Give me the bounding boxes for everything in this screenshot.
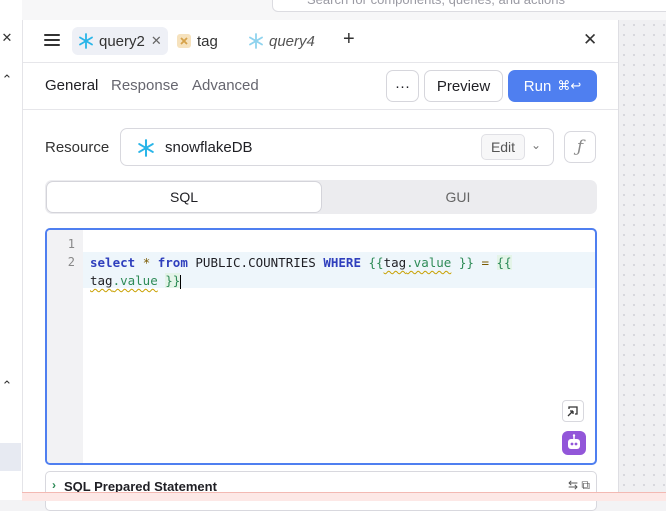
text-cursor — [180, 274, 182, 289]
sql-keyword: select — [90, 255, 136, 270]
edit-resource-button[interactable]: Edit — [481, 134, 525, 160]
template-close: }} — [165, 273, 181, 288]
mode-toggle: SQL GUI — [45, 180, 597, 214]
code-line-2: select * from PUBLIC.COUNTRIES WHERE {{t… — [90, 255, 512, 270]
run-label: Run — [523, 77, 552, 95]
query-tab-bar: query2 ✕ tag query4 + ✕ — [23, 20, 618, 63]
robot-icon — [568, 434, 580, 449]
resource-name: snowflakeDB — [165, 139, 253, 156]
query-panel: query2 ✕ tag query4 + ✕ General Response… — [23, 20, 618, 511]
preview-button[interactable]: Preview — [424, 70, 503, 102]
sql-keyword: WHERE — [323, 255, 361, 270]
mode-gui[interactable]: GUI — [321, 182, 595, 212]
mode-sql[interactable]: SQL — [47, 182, 321, 212]
tab-label: query2 — [99, 32, 145, 50]
close-panel-icon[interactable]: ✕ — [583, 30, 597, 50]
line-number: 2 — [67, 255, 75, 269]
sql-operator: * — [142, 255, 151, 270]
tab-general[interactable]: General — [45, 77, 98, 94]
ellipsis-icon: ··· — [395, 77, 410, 95]
template-variable: tag.value — [90, 273, 158, 288]
chevron-down-icon[interactable]: ⌄ — [531, 138, 541, 152]
add-tab-icon[interactable]: + — [343, 28, 355, 51]
ai-assistant-button[interactable] — [562, 431, 586, 455]
tab-tag[interactable]: tag — [170, 27, 224, 55]
close-icon[interactable]: ✕ — [0, 30, 14, 46]
expand-icon — [567, 406, 578, 417]
template-close: }} — [458, 255, 474, 270]
expand-editor-button[interactable] — [562, 400, 584, 422]
tab-query4[interactable]: query4 — [242, 27, 321, 55]
chevron-right-icon[interactable]: › — [52, 478, 56, 492]
template-open: {{ — [496, 255, 512, 270]
tab-query2[interactable]: query2 ✕ — [72, 27, 168, 55]
resource-label: Resource — [45, 139, 110, 156]
line-gutter: 1 2 — [47, 230, 83, 463]
tab-response[interactable]: Response — [111, 77, 179, 94]
sql-editor[interactable]: 1 2 select * from PUBLIC.COUNTRIES WHERE… — [45, 228, 597, 465]
global-search-input[interactable]: Search for components, queries, and acti… — [272, 0, 666, 12]
canvas-edge — [618, 20, 666, 500]
query-subnav: General Response Advanced ··· Preview Ru… — [23, 63, 618, 110]
sort-icon-2[interactable]: ⌃ — [0, 378, 14, 394]
tab-advanced[interactable]: Advanced — [192, 77, 259, 94]
close-tab-icon[interactable]: ✕ — [151, 33, 162, 49]
left-sidebar-edge: ✕ ⌃ ⌃ — [0, 0, 23, 500]
selected-sidebar-row[interactable] — [0, 443, 21, 471]
tag-component-icon — [177, 34, 191, 48]
snowflake-icon — [249, 33, 263, 49]
sql-keyword: from — [157, 255, 188, 270]
snowflake-icon — [79, 33, 93, 49]
run-button[interactable]: Run ⌘↩ — [508, 70, 597, 102]
sql-table: PUBLIC.COUNTRIES — [195, 255, 316, 270]
sort-icon[interactable]: ⌃ — [0, 72, 14, 88]
more-options-button[interactable]: ··· — [386, 70, 419, 102]
sql-operator: = — [481, 255, 489, 270]
snowflake-icon — [138, 139, 154, 157]
prepared-statement-section[interactable]: › SQL Prepared Statement ⇆ ⧉ — [45, 471, 597, 511]
resource-select[interactable]: snowflakeDB Edit ⌄ — [120, 128, 554, 166]
menu-icon[interactable] — [44, 32, 60, 48]
template-open: {{ — [368, 255, 384, 270]
code-line-2-wrap: tag.value }} — [90, 273, 182, 289]
tab-label: tag — [197, 32, 218, 50]
copy-icon[interactable]: ⇆ ⧉ — [568, 478, 590, 493]
fx-toggle-button[interactable]: ƒ — [564, 131, 596, 163]
template-variable: tag.value — [383, 255, 452, 270]
line-number: 1 — [67, 237, 75, 251]
top-bar: Search for components, queries, and acti… — [22, 0, 666, 21]
tab-label: query4 — [269, 32, 315, 50]
keyboard-shortcut-icon: ⌘↩ — [557, 78, 582, 93]
